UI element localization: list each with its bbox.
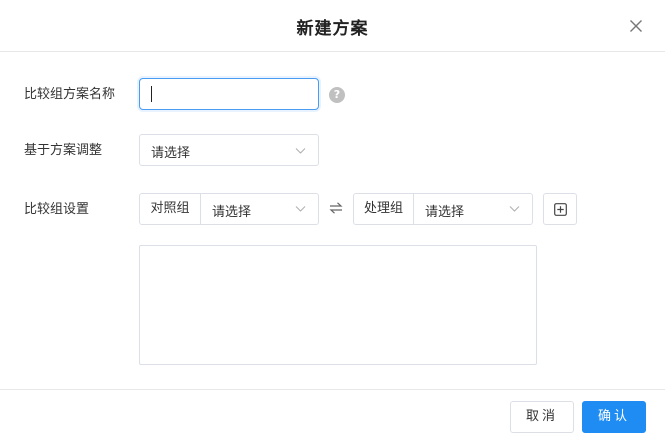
treatment-group-select[interactable]: 请选择 bbox=[414, 194, 532, 224]
control-group-prefix: 对照组 bbox=[140, 194, 201, 224]
group-settings-label: 比较组设置 bbox=[24, 202, 90, 217]
cancel-button[interactable]: 取消 bbox=[510, 401, 574, 433]
treatment-group-field: 处理组 请选择 bbox=[353, 193, 533, 225]
plan-name-label: 比较组方案名称 bbox=[24, 87, 116, 102]
confirm-button[interactable]: 确认 bbox=[582, 401, 646, 433]
treatment-group-select-value: 请选择 bbox=[425, 205, 465, 220]
base-plan-select[interactable]: 请选择 bbox=[139, 134, 319, 166]
plan-name-input[interactable] bbox=[139, 78, 319, 110]
dialog-footer: 取消 确认 bbox=[0, 389, 665, 442]
control-group-select-value: 请选择 bbox=[212, 205, 252, 220]
chevron-down-icon bbox=[295, 148, 306, 154]
base-plan-label: 基于方案调整 bbox=[24, 143, 103, 158]
control-group-field: 对照组 请选择 bbox=[139, 193, 319, 225]
add-group-button[interactable] bbox=[543, 193, 577, 225]
control-group-select[interactable]: 请选择 bbox=[201, 194, 318, 224]
text-cursor bbox=[151, 86, 152, 102]
question-icon[interactable]: ? bbox=[329, 87, 345, 103]
chevron-down-icon bbox=[295, 206, 306, 212]
dialog-header: 新建方案 bbox=[0, 0, 665, 52]
chevron-down-icon bbox=[509, 206, 520, 212]
plus-square-icon bbox=[554, 203, 567, 216]
base-plan-select-value: 请选择 bbox=[151, 146, 191, 161]
dialog-title: 新建方案 bbox=[296, 19, 369, 39]
treatment-group-prefix: 处理组 bbox=[354, 194, 414, 224]
close-icon[interactable] bbox=[629, 19, 643, 33]
new-plan-dialog: 新建方案 比较组方案名称 ? 基于方案调整 请选择 比较组设置 对照组 请选择 bbox=[0, 0, 665, 442]
group-list-area[interactable] bbox=[139, 245, 537, 365]
swap-icon[interactable] bbox=[329, 201, 343, 215]
